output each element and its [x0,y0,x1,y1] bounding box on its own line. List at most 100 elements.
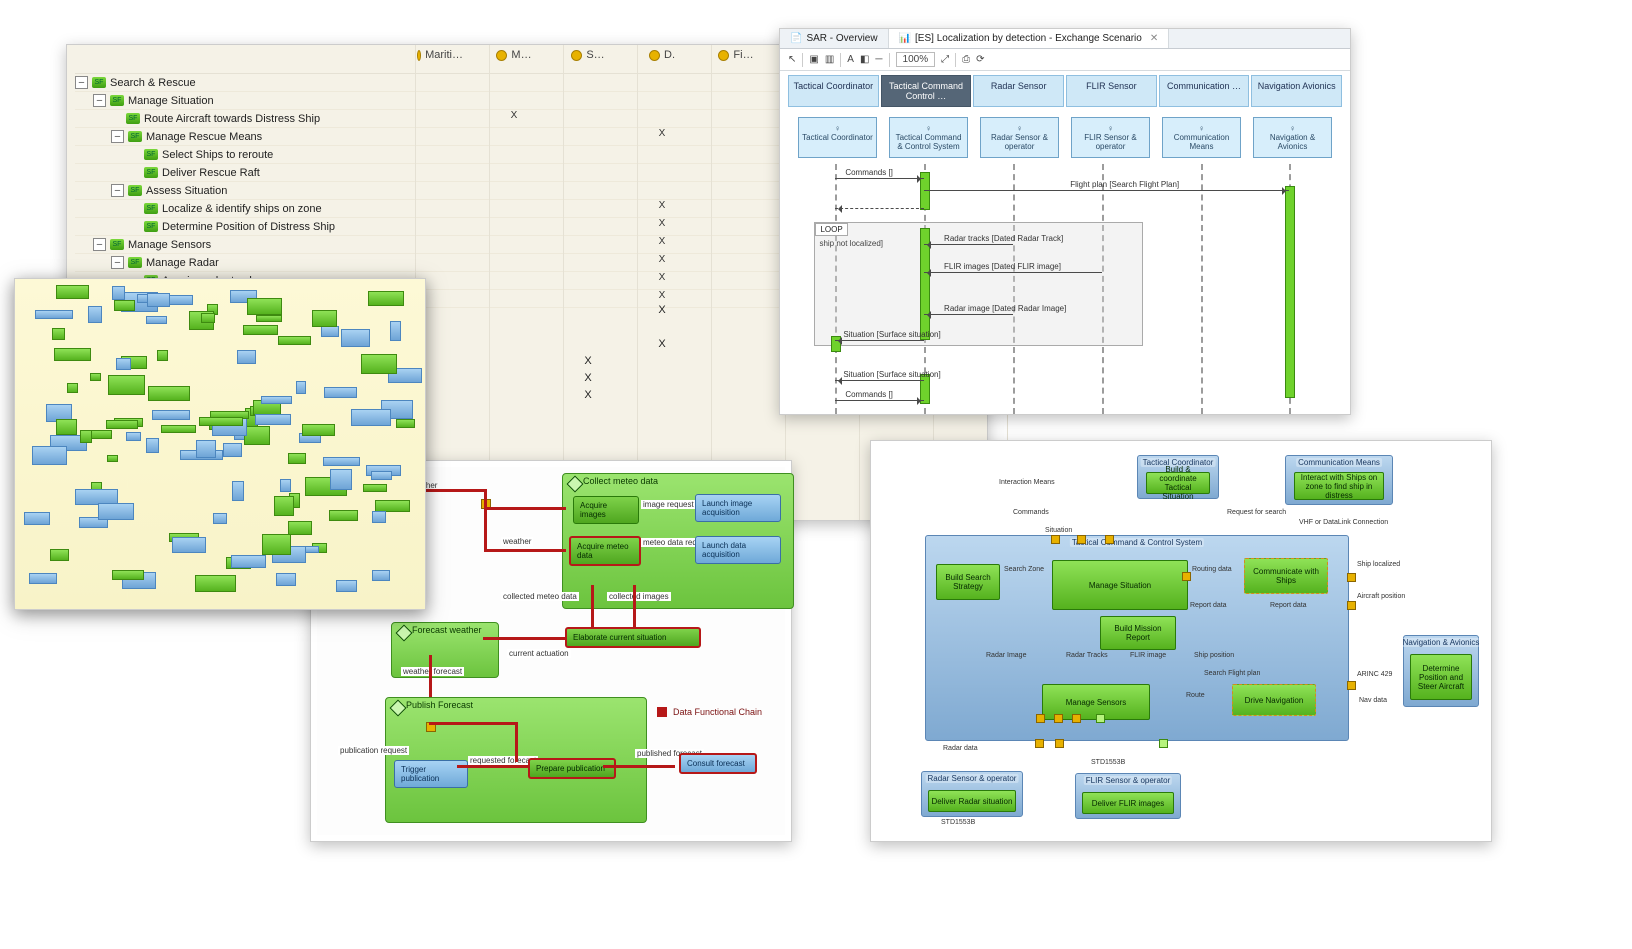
func-prepare-publication[interactable]: Prepare publication [528,758,616,779]
msg-situation[interactable]: Situation [Surface situation] [835,340,924,341]
func-elaborate-situation[interactable]: Elaborate current situation [565,627,701,648]
act-manage-situation[interactable]: Manage Situation [1052,560,1188,610]
func-consult-forecast[interactable]: Consult forecast [679,753,757,774]
expand-icon[interactable] [93,238,106,251]
matrix-col-0[interactable]: Mariti… [417,49,463,61]
msg-commands[interactable]: Commands [] [835,178,924,179]
legend-functional-chain: Data Functional Chain [657,707,762,717]
layers-icon[interactable]: ▣ [809,54,818,65]
overview-block [126,432,141,441]
actor-box[interactable]: ♀︎Navigation & Avionics [1253,117,1332,158]
sys-flir-sensor[interactable]: FLIR Sensor & operator Deliver FLIR imag… [1075,773,1181,819]
msg-flir-images[interactable]: FLIR images [Dated FLIR image] [924,272,1102,273]
sys-tactical-coordinator[interactable]: Tactical Coordinator Build & coordinate … [1137,455,1219,499]
actor-box[interactable]: ♀︎Tactical Coordinator [798,117,877,158]
matrix-col-1[interactable]: M… [491,49,537,61]
column-icon [649,50,660,61]
lifelines-area[interactable]: Commands [] Flight plan [Search Flight P… [804,164,1326,414]
sys-communication-means[interactable]: Communication Means Interact with Ships … [1285,455,1393,505]
zoom-select[interactable]: 100% [896,52,936,67]
overview-thumbnail-panel[interactable] [14,278,426,610]
act-build-coordinate[interactable]: Build & coordinate Tactical Situation [1146,472,1210,494]
act-build-mission-report[interactable]: Build Mission Report [1100,616,1176,650]
lane-header[interactable]: Tactical Coordinator [788,75,879,107]
func-acquire-meteo[interactable]: Acquire meteo data [569,536,641,566]
overview-block [247,298,282,315]
act-deliver-flir[interactable]: Deliver FLIR images [1082,792,1174,814]
actor-box[interactable]: ♀︎FLIR Sensor & operator [1071,117,1150,158]
overview-block [29,573,57,584]
overview-block [375,500,410,512]
function-icon: SF [92,77,106,88]
overview-block [243,325,277,336]
act-communicate-ships[interactable]: Communicate with Ships [1244,558,1328,594]
msg-flight-plan[interactable]: Flight plan [Search Flight Plan] [924,190,1289,191]
sys-radar-sensor[interactable]: Radar Sensor & operator Deliver Radar si… [921,771,1023,817]
overview-block [54,348,91,361]
lane-header[interactable]: FLIR Sensor [1066,75,1157,107]
expand-icon[interactable] [111,184,124,197]
matrix-col-3[interactable]: D. [639,49,685,61]
sys-navigation-avionics[interactable]: Navigation & Avionics Determine Position… [1403,635,1479,707]
font-icon[interactable]: A [847,54,854,65]
actor-box[interactable]: ♀︎Radar Sensor & operator [980,117,1059,158]
close-icon[interactable]: ✕ [1150,33,1158,44]
func-launch-data-acq[interactable]: Launch data acquisition [695,536,781,564]
overview-block [232,481,245,502]
column-icon [718,50,729,61]
msg-radar-image[interactable]: Radar image [Dated Radar Image] [924,314,1013,315]
act-deliver-radar[interactable]: Deliver Radar situation [928,790,1016,812]
overview-block [336,580,357,591]
actor-headers: ♀︎Tactical Coordinator ♀︎Tactical Command… [780,111,1350,164]
overview-block [321,326,339,337]
actor-box[interactable]: ♀︎Tactical Command & Control System [889,117,968,158]
overview-block [56,285,88,299]
lane-header[interactable]: Radar Sensor [973,75,1064,107]
overview-block [147,293,171,307]
lane-header[interactable]: Tactical Command Control … [881,75,972,107]
overview-block [146,316,167,325]
overview-block [196,440,217,458]
expand-icon[interactable] [111,256,124,269]
column-icon [496,50,507,61]
editor-tabs[interactable]: 📄SAR - Overview 📊[ES] Localization by de… [780,29,1350,49]
act-determine-position[interactable]: Determine Position and Steer Aircraft [1410,654,1472,700]
func-acquire-images[interactable]: Acquire images [573,496,639,524]
expand-icon[interactable] [75,76,88,89]
sys-tccs[interactable]: Tactical Command & Control System Build … [925,535,1349,741]
overview-block [107,455,117,462]
overview-block [172,537,207,553]
zoom-fit-icon[interactable]: ⤢ [941,54,949,65]
filter-icon[interactable]: ▥ [825,54,834,65]
lane-header[interactable]: Navigation Avionics [1251,75,1342,107]
fill-icon[interactable]: ◧ [860,54,869,65]
sequence-diagram-panel[interactable]: 📄SAR - Overview 📊[ES] Localization by de… [779,28,1351,415]
act-build-search-strategy[interactable]: Build Search Strategy [936,564,1000,600]
lane-header[interactable]: Communication … [1159,75,1250,107]
matrix-col-4[interactable]: Fi… [713,49,759,61]
expand-icon[interactable] [111,130,124,143]
overview-block [396,419,416,428]
msg-return[interactable] [835,208,924,209]
actor-box[interactable]: ♀︎Communication Means [1162,117,1241,158]
msg-situation-2[interactable]: Situation [Surface situation] [835,380,924,381]
export-icon[interactable]: ⎙ [962,54,970,65]
act-interact-ships[interactable]: Interact with Ships on zone to find ship… [1294,472,1384,500]
msg-radar-tracks[interactable]: Radar tracks [Dated Radar Track] [924,244,1013,245]
expand-icon[interactable] [93,94,106,107]
overview-block [351,409,392,426]
cursor-icon[interactable]: ↖ [788,54,796,65]
tab-sar-overview[interactable]: 📄SAR - Overview [780,29,889,48]
overview-block [152,410,190,419]
msg-commands-2[interactable]: Commands [] [835,400,924,401]
tab-localization-scenario[interactable]: 📊[ES] Localization by detection - Exchan… [889,29,1170,48]
line-icon[interactable]: ─ [875,54,882,65]
matrix-col-2[interactable]: S… [565,49,611,61]
architecture-panel[interactable]: Tactical Coordinator Build & coordinate … [870,440,1492,842]
container-collect-meteo[interactable]: Collect meteo data Acquire images image … [562,473,794,609]
act-drive-navigation[interactable]: Drive Navigation [1232,684,1316,716]
overview-block [106,420,138,429]
diagram-toolbar[interactable]: ↖ ▣ ▥ A ◧ ─ 100% ⤢ ⎙ ⟳ [780,49,1350,71]
func-launch-image-acq[interactable]: Launch image acquisition [695,494,781,522]
refresh-icon[interactable]: ⟳ [976,54,984,65]
